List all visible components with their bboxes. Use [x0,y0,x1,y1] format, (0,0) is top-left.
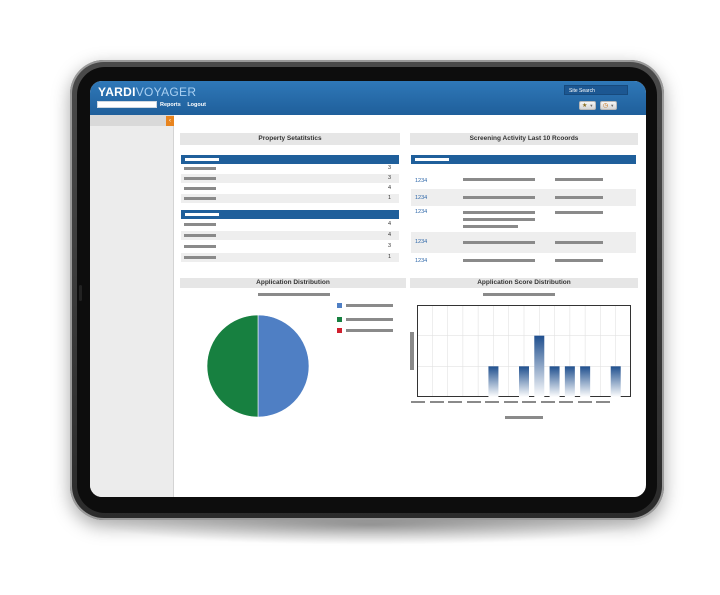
nav-reports[interactable]: Reports [160,102,181,108]
x-tick-label [503,401,518,403]
bar[interactable] [564,366,575,397]
bar[interactable] [519,366,529,397]
bar[interactable] [549,366,560,397]
app-logo: YARDIVOYAGER [98,85,197,99]
screening-header [411,155,636,164]
y-axis-label-placeholder [410,332,414,370]
property-stats-title: Property Setatitstics [180,133,400,145]
clock-icon: ◷ [603,103,609,109]
bar[interactable] [580,366,591,397]
x-tick-label [411,401,425,403]
property-search-input[interactable] [97,101,157,108]
x-tick-label [522,401,536,403]
legend-swatch-green [337,317,342,322]
legend-label [346,318,393,321]
site-search-input[interactable]: Site Search [564,85,628,95]
x-tick-label [429,401,444,403]
legend-label [346,304,393,307]
nav-logout[interactable]: Logout [187,102,206,108]
screening-row[interactable]: 1234 [411,207,636,231]
score-dist-title: Application Score Distribution [410,278,638,288]
stats-row: 3 [181,174,399,183]
screening-row[interactable]: 1234 [411,254,636,268]
tablet-side-button [79,285,82,301]
legend-swatch-blue [337,303,342,308]
x-tick-label [466,401,481,403]
star-icon: ★ [582,103,588,109]
stats-group1-header [181,155,399,164]
screening-row[interactable]: 1234 [411,174,636,188]
bar-subtitle-placeholder [483,293,555,296]
x-tick-label [559,401,573,403]
legend-swatch-red [337,328,342,333]
app-dist-title: Application Distribution [180,278,406,288]
x-axis-label-placeholder [505,416,543,419]
legend-label [346,329,393,332]
screening-row[interactable]: 1234 [411,232,636,253]
chevron-left-icon: ‹ [169,118,171,124]
history-button[interactable]: ◷ ▼ [600,101,618,110]
chevron-down-icon: ▼ [589,103,594,108]
bar-chart [417,305,631,397]
x-tick-label [485,401,499,403]
bar[interactable] [610,366,621,397]
screening-row[interactable]: 1234 [411,189,636,206]
x-tick-label [448,401,462,403]
stats-row: 3 [181,242,399,251]
bar[interactable] [488,366,499,397]
stats-row: 4 [181,220,399,229]
stats-group2-header [181,210,399,219]
stats-row: 3 [181,164,399,173]
screening-title: Screening Activity Last 10 Rcoords [410,133,638,145]
app-screen: YARDIVOYAGER Site Search Reports Logout … [90,81,646,497]
favorites-button[interactable]: ★ ▼ [579,101,597,110]
sidebar-collapse-button[interactable]: ‹ [166,116,174,126]
stats-row: 1 [181,253,399,262]
chevron-down-icon: ▼ [610,103,615,108]
stats-row: 4 [181,231,399,240]
pie-slice[interactable] [206,314,259,418]
sidebar: ‹ [90,115,174,497]
pie-subtitle-placeholder [258,293,330,296]
stage: YARDIVOYAGER Site Search Reports Logout … [0,0,720,595]
top-nav: Reports Logout [160,102,211,108]
x-tick-label [540,401,555,403]
pie-chart [206,314,310,418]
x-tick-label [596,401,610,403]
sidebar-header [90,115,174,126]
app-header: YARDIVOYAGER Site Search Reports Logout … [90,81,646,115]
pie-slice[interactable] [257,314,310,418]
stats-row: 1 [181,194,399,203]
bar[interactable] [534,335,545,397]
stats-row: 4 [181,184,399,193]
x-tick-label [577,401,592,403]
